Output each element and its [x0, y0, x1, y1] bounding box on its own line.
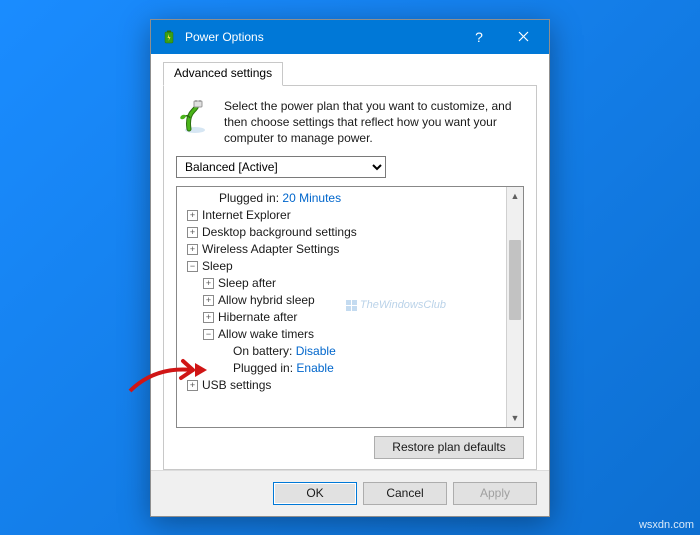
dialog-body: Advanced settings Sele: [151, 54, 549, 470]
tree-item-hybrid-sleep[interactable]: + Allow hybrid sleep: [181, 292, 506, 309]
settings-tree[interactable]: Plugged in: 20 Minutes + Internet Explor…: [177, 187, 506, 426]
cancel-button[interactable]: Cancel: [363, 482, 447, 505]
intro-row: Select the power plan that you want to c…: [176, 98, 524, 147]
power-options-dialog: Power Options ? Advanced settings: [150, 19, 550, 517]
power-plan-select[interactable]: Balanced [Active]: [176, 156, 386, 178]
expand-icon[interactable]: +: [187, 227, 198, 238]
tree-item-wireless[interactable]: + Wireless Adapter Settings: [181, 241, 506, 258]
tree-item-desktop-bg[interactable]: + Desktop background settings: [181, 224, 506, 241]
collapse-icon[interactable]: −: [203, 329, 214, 340]
tree-item-sleep-after[interactable]: + Sleep after: [181, 275, 506, 292]
scroll-up-button[interactable]: ▲: [507, 187, 523, 204]
apply-button[interactable]: Apply: [453, 482, 537, 505]
scroll-thumb[interactable]: [509, 240, 521, 320]
value-link[interactable]: Disable: [296, 343, 336, 360]
titlebar[interactable]: Power Options ?: [151, 20, 549, 54]
intro-text: Select the power plan that you want to c…: [224, 98, 524, 147]
value-link[interactable]: 20 Minutes: [282, 190, 341, 207]
help-button[interactable]: ?: [457, 20, 501, 54]
expand-icon[interactable]: +: [187, 380, 198, 391]
tree-item-plugged-in-top[interactable]: Plugged in: 20 Minutes: [181, 190, 506, 207]
tree-item-plugged-in[interactable]: Plugged in: Enable: [181, 360, 506, 377]
value-link[interactable]: Enable: [296, 360, 333, 377]
tree-item-sleep[interactable]: − Sleep: [181, 258, 506, 275]
ok-button[interactable]: OK: [273, 482, 357, 505]
expand-icon[interactable]: +: [203, 278, 214, 289]
tab-label: Advanced settings: [174, 66, 272, 80]
tree-item-on-battery[interactable]: On battery: Disable: [181, 343, 506, 360]
window-title: Power Options: [185, 30, 457, 44]
collapse-icon[interactable]: −: [187, 261, 198, 272]
image-credit: wsxdn.com: [639, 519, 694, 531]
tab-strip: Advanced settings: [163, 62, 537, 86]
tree-item-usb[interactable]: + USB settings: [181, 377, 506, 394]
tab-advanced-settings[interactable]: Advanced settings: [163, 62, 283, 86]
dialog-footer: OK Cancel Apply: [151, 470, 549, 516]
settings-tree-container: Plugged in: 20 Minutes + Internet Explor…: [176, 186, 524, 427]
restore-defaults-button[interactable]: Restore plan defaults: [374, 436, 524, 459]
tab-panel: Select the power plan that you want to c…: [163, 86, 537, 470]
scroll-track[interactable]: [507, 204, 523, 409]
tree-item-wake-timers[interactable]: − Allow wake timers: [181, 326, 506, 343]
scroll-down-button[interactable]: ▼: [507, 410, 523, 427]
tree-scrollbar[interactable]: ▲ ▼: [506, 187, 523, 426]
tree-item-hibernate-after[interactable]: + Hibernate after: [181, 309, 506, 326]
expand-icon[interactable]: +: [187, 244, 198, 255]
close-button[interactable]: [501, 20, 545, 54]
expand-icon[interactable]: +: [187, 210, 198, 221]
battery-icon: [161, 29, 177, 45]
expand-icon[interactable]: +: [203, 312, 214, 323]
tree-item-ie[interactable]: + Internet Explorer: [181, 207, 506, 224]
power-plan-icon: [176, 98, 214, 136]
expand-icon[interactable]: +: [203, 295, 214, 306]
